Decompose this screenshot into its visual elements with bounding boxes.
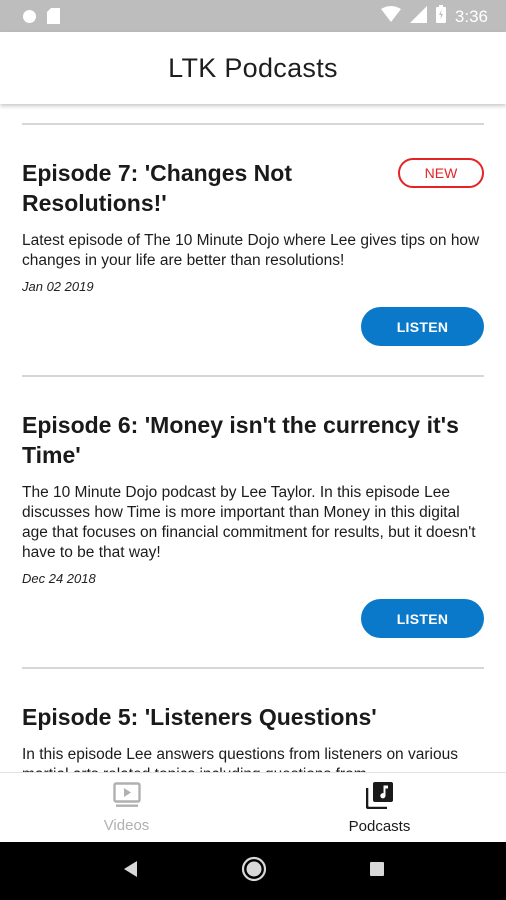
episode-date: Jan 02 2019 [22,279,94,294]
tab-podcasts[interactable]: Podcasts [253,773,506,842]
status-clock: 3:36 [454,6,488,26]
tab-podcasts-label: Podcasts [348,817,411,835]
divider [22,667,484,669]
new-badge: NEW [398,158,484,188]
music-library-icon [365,781,394,814]
list-item: Episode 6: 'Money isn't the currency it'… [22,410,484,640]
episode-description: In this episode Lee answers questions fr… [22,746,458,772]
recents-icon[interactable] [368,860,386,883]
tab-videos-label: Videos [103,816,150,834]
sd-card-icon [47,8,60,29]
video-play-icon [112,781,141,813]
back-icon[interactable] [120,859,140,884]
circle-notification-icon [22,9,37,29]
status-bar: 3:36 [0,0,506,32]
system-navigation-bar [0,842,506,900]
divider [22,123,484,125]
episode-description: The 10 Minute Dojo podcast by Lee Taylor… [22,484,476,561]
episode-title: Episode 5: 'Listeners Questions' [22,704,377,730]
battery-icon [435,5,446,28]
list-item: Episode 7: 'Changes Not Resolutions!' NE… [22,158,484,348]
episode-title: Episode 7: 'Changes Not Resolutions!' [22,160,293,216]
episode-list[interactable]: Episode 7: 'Changes Not Resolutions!' NE… [0,104,506,772]
bottom-navigation: Videos Podcasts [0,772,506,842]
home-icon[interactable] [241,856,267,887]
episode-date: Dec 24 2018 [22,571,96,586]
signal-icon [409,5,427,28]
list-item: Episode 5: 'Listeners Questions' In this… [22,702,484,772]
listen-button[interactable]: LISTEN [361,307,484,346]
divider [22,375,484,377]
tab-videos[interactable]: Videos [0,773,253,842]
app-bar: LTK Podcasts [0,32,506,104]
page-title: LTK Podcasts [168,52,338,83]
episode-title: Episode 6: 'Money isn't the currency it'… [22,412,459,468]
listen-button[interactable]: LISTEN [361,599,484,638]
wifi-icon [380,6,401,27]
episode-description: Latest episode of The 10 Minute Dojo whe… [22,232,480,269]
